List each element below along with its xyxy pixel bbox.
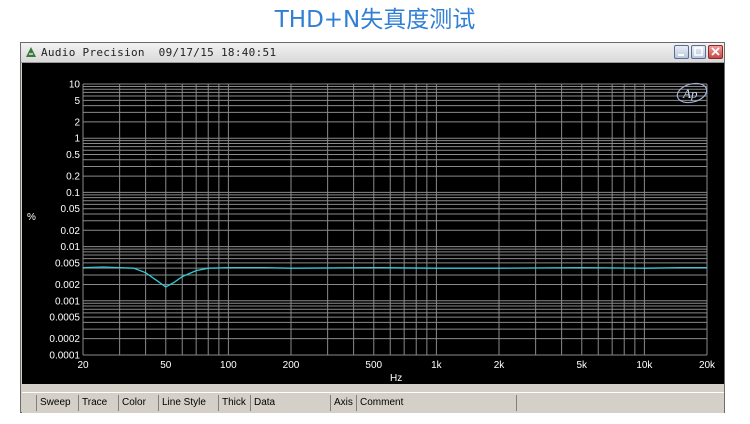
tick-labels: 10 5 2 1 0.5 0.2 0.1 0.05 0.02 0.01 0.005 0.002 0.00… [49,80,716,372]
plot-area: 10 5 2 1 0.5 0.2 0.1 0.05 0.02 0.01 0.005 0.002 0.00… [22,63,724,384]
x-tick-label: 500 [365,360,382,371]
audio-precision-window: Audio Precision 09/17/15 18:40:51 10 5 2 1 0… [20,42,725,413]
x-tick-label: 20k [699,360,716,371]
column-header-line-style[interactable]: Line Style [158,395,218,411]
x-tick-label: 50 [160,360,172,371]
x-tick-label: 20 [77,360,89,371]
column-header-color[interactable]: Color [118,395,158,411]
x-tick-label: 1k [431,360,443,371]
minimize-icon[interactable] [674,45,689,59]
x-tick-label: 5k [576,360,588,371]
y-tick-label: 0.005 [55,258,80,269]
y-tick-label: 0.2 [66,172,80,183]
y-tick-label: 0.05 [61,204,81,215]
y-tick-label: 0.002 [55,280,80,291]
x-tick-label: 200 [283,360,300,371]
y-tick-label: 0.1 [66,188,80,199]
title-bar[interactable]: Audio Precision 09/17/15 18:40:51 [21,43,724,63]
x-tick-label: 2k [494,360,506,371]
column-header-spacer [516,395,724,411]
y-tick-label: 0.0005 [49,313,80,324]
maximize-icon[interactable] [691,45,706,59]
column-header-data[interactable]: Data [250,395,330,411]
x-tick-label: 10k [636,360,653,371]
column-header-thick[interactable]: Thick [218,395,250,411]
y-tick-label: 2 [74,117,80,128]
y-axis-label: % [27,212,36,223]
column-header-axis[interactable]: Axis [330,395,356,411]
app-icon [26,47,36,57]
column-header-comment[interactable]: Comment [356,395,516,411]
y-tick-label: 0.5 [66,150,80,161]
y-tick-label: 0.001 [55,296,80,307]
column-header-sweep[interactable]: Sweep [36,395,78,411]
y-tick-label: 0.02 [61,226,81,237]
y-tick-label: 0.0002 [49,334,80,345]
column-header-trace[interactable]: Trace [78,395,120,411]
trace-table-header: Sweep Trace Color Line Style Thick Data Axis Co… [22,392,724,413]
close-icon[interactable] [708,45,723,59]
window-title: Audio Precision 09/17/15 18:40:51 [41,46,277,59]
y-tick-label: 1 [74,134,80,145]
y-tick-label: 5 [74,96,80,107]
y-tick-label: 10 [69,80,81,91]
page-title: THD+N失真度测试 [274,7,476,33]
thd-n-chart: 10 5 2 1 0.5 0.2 0.1 0.05 0.02 0.01 0.005 0.002 0.00… [27,80,716,385]
x-tick-label: 100 [220,360,237,371]
ap-logo-text: Ap [682,86,698,101]
grid-lines [82,83,708,356]
x-axis-label: Hz [390,373,402,384]
y-tick-label: 0.0001 [49,351,80,362]
y-tick-label: 0.01 [61,242,81,253]
